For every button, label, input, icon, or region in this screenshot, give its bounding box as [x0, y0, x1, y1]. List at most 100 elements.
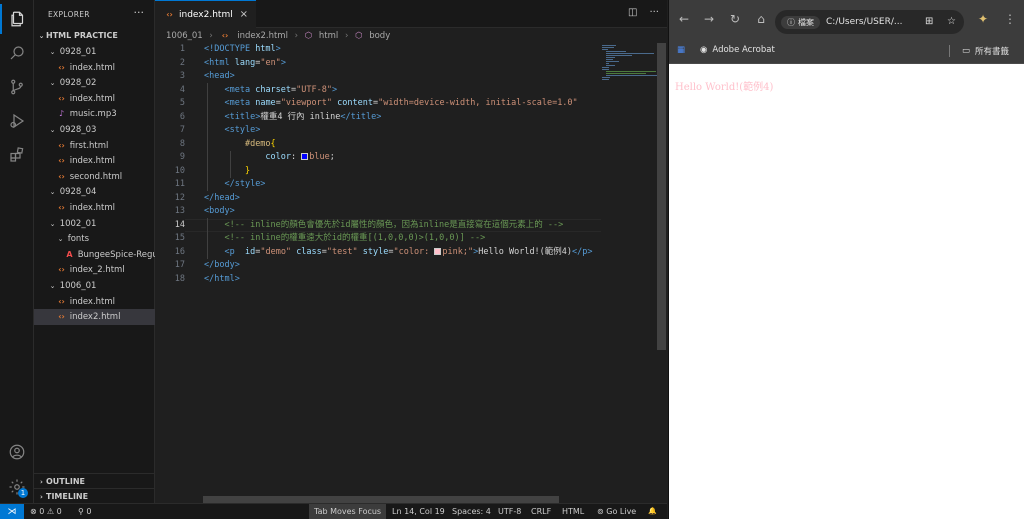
split-editor-icon[interactable]: ◫ — [628, 7, 637, 18]
minimap-line — [606, 61, 619, 62]
search-icon[interactable] — [0, 38, 34, 68]
problems-indicator[interactable]: ⊗ 0 ⚠ 0 — [30, 504, 62, 519]
settings-badge: 1 — [18, 488, 28, 498]
code-token: ; — [329, 152, 335, 162]
tree-file[interactable]: ♪ music.mp3 — [34, 106, 155, 122]
tree-folder[interactable]: ⌄ 0928_01 — [34, 44, 155, 60]
code-token: </html> — [204, 273, 240, 284]
back-arrow-icon[interactable]: ← — [675, 12, 693, 26]
tree-item-label: index2.html — [69, 312, 121, 323]
code-token: <!-- inline的顏色會優先於id屬性的顏色，因為inline是直接寫在這… — [224, 219, 564, 230]
minimap[interactable] — [602, 43, 660, 503]
all-bookmarks-folder[interactable]: ▭ 所有書籤 — [949, 45, 1009, 57]
code-token: name — [255, 98, 276, 108]
address-bar[interactable]: ⓘ 檔案 C:/Users/USER/... ⊞ ☆ — [775, 10, 964, 34]
bookmark-adobe-acrobat[interactable]: ◉ Adobe Acrobat — [700, 45, 775, 55]
tree-folder[interactable]: ⌄ fonts — [34, 231, 155, 247]
more-actions-icon[interactable]: ··· — [649, 7, 659, 18]
language-mode[interactable]: HTML — [562, 504, 584, 519]
tree-file[interactable]: A BungeeSpice-Regu... — [34, 247, 155, 263]
more-actions-icon[interactable]: ··· — [134, 6, 145, 19]
bookmark-star-icon[interactable]: ☆ — [947, 16, 956, 27]
encoding-indicator[interactable]: UTF-8 — [498, 504, 521, 519]
tree-file[interactable]: ‹› index.html — [34, 91, 155, 107]
ports-indicator[interactable]: ⚲ 0 — [78, 504, 92, 519]
cursor-position[interactable]: Ln 14, Col 19 — [392, 504, 445, 519]
tab-moves-focus-indicator[interactable]: Tab Moves Focus — [309, 504, 387, 519]
explorer-icon[interactable] — [0, 4, 34, 34]
tree-folder[interactable]: ⌄ 1002_01 — [34, 216, 155, 232]
breadcrumb-file[interactable]: index2.html — [237, 31, 288, 41]
tab-index2-html[interactable]: ‹› index2.html × — [155, 0, 256, 28]
tree-file[interactable]: ‹› index.html — [34, 200, 155, 216]
go-live-button[interactable]: ⊚ Go Live — [597, 504, 636, 519]
tree-folder[interactable]: ⌄ 1006_01 — [34, 278, 155, 294]
color-swatch-pink[interactable] — [434, 247, 442, 255]
apps-grid-icon[interactable]: ▦ — [677, 45, 685, 55]
breadcrumb-folder[interactable]: 1006_01 — [166, 31, 203, 41]
translate-icon[interactable]: ⊞ — [925, 16, 933, 27]
line-number: 14 — [174, 219, 185, 230]
editor-actions: ◫ ··· — [628, 7, 659, 18]
source-control-icon[interactable] — [0, 72, 34, 102]
site-info-chip[interactable]: ⓘ 檔案 — [781, 15, 820, 29]
forward-arrow-icon[interactable]: → — [700, 12, 718, 26]
extension-icon[interactable]: ✦ — [974, 12, 992, 26]
tree-file[interactable]: ‹› index_2.html — [34, 262, 155, 278]
tree-folder[interactable]: ⌄ 0928_02 — [34, 75, 155, 91]
minimap-line — [606, 51, 626, 52]
chevron-down-icon: ⌄ — [49, 188, 56, 197]
chevron-down-icon: ⌄ — [49, 48, 56, 56]
run-debug-icon[interactable] — [0, 106, 34, 136]
indentation-indicator[interactable]: Spaces: 4 — [452, 504, 491, 519]
close-tab-icon[interactable]: × — [240, 9, 248, 20]
eol-indicator[interactable]: CRLF — [531, 504, 551, 519]
code-editor[interactable]: 1 2 3 4 5 6 7 8 9 10 11 12 13 14 15 16 17 18 <!DOCTYPE ht… — [155, 43, 667, 503]
horizontal-scrollbar[interactable] — [203, 496, 559, 503]
settings-gear-icon[interactable]: 1 — [0, 472, 34, 502]
html-file-icon: ‹› — [58, 62, 65, 72]
timeline-section[interactable]: › TIMELINE — [34, 488, 155, 504]
reload-icon[interactable]: ↻ — [726, 12, 744, 26]
chevron-down-icon: ⌄ — [49, 219, 56, 228]
vertical-scrollbar[interactable] — [657, 43, 666, 350]
code-line: <!-- inline的權重遠大於id的權重[(1,0,0,0)>(1,0,0)… — [204, 232, 599, 246]
color-swatch-blue[interactable] — [301, 153, 309, 160]
bookmarks-bar: ▦ ◉ Adobe Acrobat ▭ 所有書籤 — [669, 41, 1024, 64]
account-icon[interactable] — [0, 437, 34, 467]
html-file-icon: ‹› — [58, 296, 65, 306]
code-line: <meta name="viewport" content="width=dev… — [204, 97, 599, 111]
code-token: lang — [234, 57, 256, 68]
tree-file[interactable]: ‹› index.html — [34, 153, 155, 169]
extensions-icon[interactable] — [0, 140, 34, 170]
remote-indicator-icon[interactable]: ⋊ — [0, 504, 24, 519]
chrome-menu-icon[interactable]: ⋮ — [1001, 12, 1019, 26]
minimap-line — [606, 59, 613, 60]
code-token: </head> — [204, 192, 240, 203]
chevron-down-icon: ⌄ — [38, 32, 45, 40]
tree-file[interactable]: ‹› index.html — [34, 294, 155, 310]
workspace-root[interactable]: ⌄ HTML PRACTICE — [34, 28, 155, 44]
tree-file[interactable]: ‹› index.html — [34, 60, 155, 76]
tree-file[interactable]: ‹› second.html — [34, 169, 155, 185]
home-icon[interactable]: ⌂ — [752, 12, 770, 26]
code-token: } — [244, 165, 251, 176]
code-line: #demo{ — [204, 138, 599, 152]
code-line: </head> — [204, 192, 599, 206]
url-text: C:/Users/USER/... — [826, 17, 903, 27]
line-number: 5 — [179, 98, 185, 108]
code-token: blue — [309, 152, 330, 162]
tree-folder[interactable]: ⌄ 0928_04 — [34, 184, 155, 200]
tree-file[interactable]: ‹› first.html — [34, 138, 155, 154]
tree-item-label: index.html — [69, 156, 116, 167]
tree-file[interactable]: ‹› index2.html — [34, 309, 155, 326]
notifications-bell-icon[interactable]: 🔔 — [648, 504, 657, 519]
breadcrumb-body[interactable]: body — [369, 31, 390, 41]
tree-folder[interactable]: ⌄ 0928_03 — [34, 122, 155, 138]
line-number: 11 — [174, 179, 185, 189]
outline-section[interactable]: › OUTLINE — [34, 473, 155, 489]
breadcrumb-html[interactable]: html — [319, 31, 338, 41]
minimap-line — [606, 75, 660, 76]
